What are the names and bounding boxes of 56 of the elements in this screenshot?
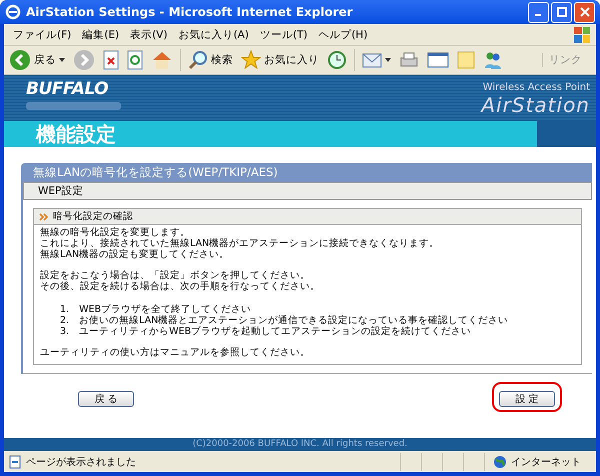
page-title: 機能設定 <box>36 120 116 148</box>
search-icon <box>188 50 208 70</box>
window-title: AirStation Settings - Microsoft Internet Explorer <box>26 5 354 19</box>
message-line: これにより、接続されていた無線LAN機器がエアステーションに接続できなくなります。 <box>40 238 440 249</box>
people-icon <box>483 50 503 70</box>
menu-item[interactable]: ツール(T) <box>254 28 312 42</box>
maximize-button[interactable] <box>551 2 572 22</box>
message-line: ユーティリティの使い方はマニュアルを参照してください。 <box>40 347 311 358</box>
step-text: WEBブラウザを全て終了してください <box>79 304 251 315</box>
chevron-icon <box>39 212 49 222</box>
security-zone: インターネット <box>511 456 581 468</box>
message-line: 設定をおこなう場合は、「設定」ボタンを押してください。 <box>40 270 311 281</box>
favorites-button[interactable]: お気に入り <box>238 50 322 70</box>
menu-item[interactable]: 編集(E) <box>77 28 124 42</box>
star-icon <box>241 50 261 70</box>
step-number: 2. <box>60 315 70 326</box>
step-number: 3. <box>60 326 70 337</box>
product-logo: AirStation <box>481 93 590 117</box>
message-line: 無線LAN機器の設定も変更してください。 <box>40 249 230 260</box>
step-text: ユーティリティからWEBブラウザを起動してエアステーションの設定を続けてください <box>79 326 471 337</box>
notice-title: 暗号化設定の確認 <box>53 210 133 223</box>
minimize-icon <box>534 14 540 16</box>
page-icon <box>8 454 22 468</box>
clock-icon <box>327 50 347 70</box>
step-number: 1. <box>60 304 70 315</box>
printer-icon <box>399 51 419 69</box>
step-text: お使いの無線LAN機器とエアステーションが通信できる設定になっている事を確認してください <box>79 315 508 326</box>
close-icon <box>580 7 590 17</box>
panel-title: 無線LANの暗号化を設定する(WEP/TKIP/AES) <box>32 164 279 181</box>
form-button[interactable]: 戻 る <box>78 391 134 407</box>
form-button[interactable]: 設 定 <box>499 391 555 407</box>
menu-item[interactable]: 表示(V) <box>125 28 172 42</box>
menu-item[interactable]: ヘルプ(H) <box>313 28 373 42</box>
copyright-text: (C)2000-2006 BUFFALO INC. All rights reserved. <box>192 439 408 449</box>
menu-item[interactable]: お気に入り(A) <box>173 28 254 42</box>
house-icon <box>151 50 173 70</box>
envelope-icon <box>362 51 382 69</box>
caret-icon <box>59 58 65 62</box>
globe-icon <box>493 454 507 468</box>
status-message: ページが表示されました <box>26 456 137 468</box>
minimize-button[interactable] <box>528 2 549 22</box>
message-line: その後、設定を続ける場合は、次の手順を行なってください。 <box>40 281 321 292</box>
product-line: Wireless Access Point <box>482 82 590 93</box>
windows-logo-icon <box>574 26 590 42</box>
document-window-icon <box>427 51 449 69</box>
section-title: WEP設定 <box>23 182 592 200</box>
stop-icon <box>103 50 119 70</box>
close-button[interactable] <box>574 2 595 22</box>
message-line: 無線の暗号化設定を変更します。 <box>40 227 191 238</box>
search-button[interactable]: 検索 <box>185 50 236 70</box>
maximize-icon <box>556 7 566 17</box>
brand-logo: BUFFALO <box>26 79 108 99</box>
back-button[interactable]: 戻る <box>6 49 68 71</box>
menu-item[interactable]: ファイル(F) <box>8 28 76 42</box>
note-icon <box>457 51 475 69</box>
caret-icon <box>385 58 391 62</box>
